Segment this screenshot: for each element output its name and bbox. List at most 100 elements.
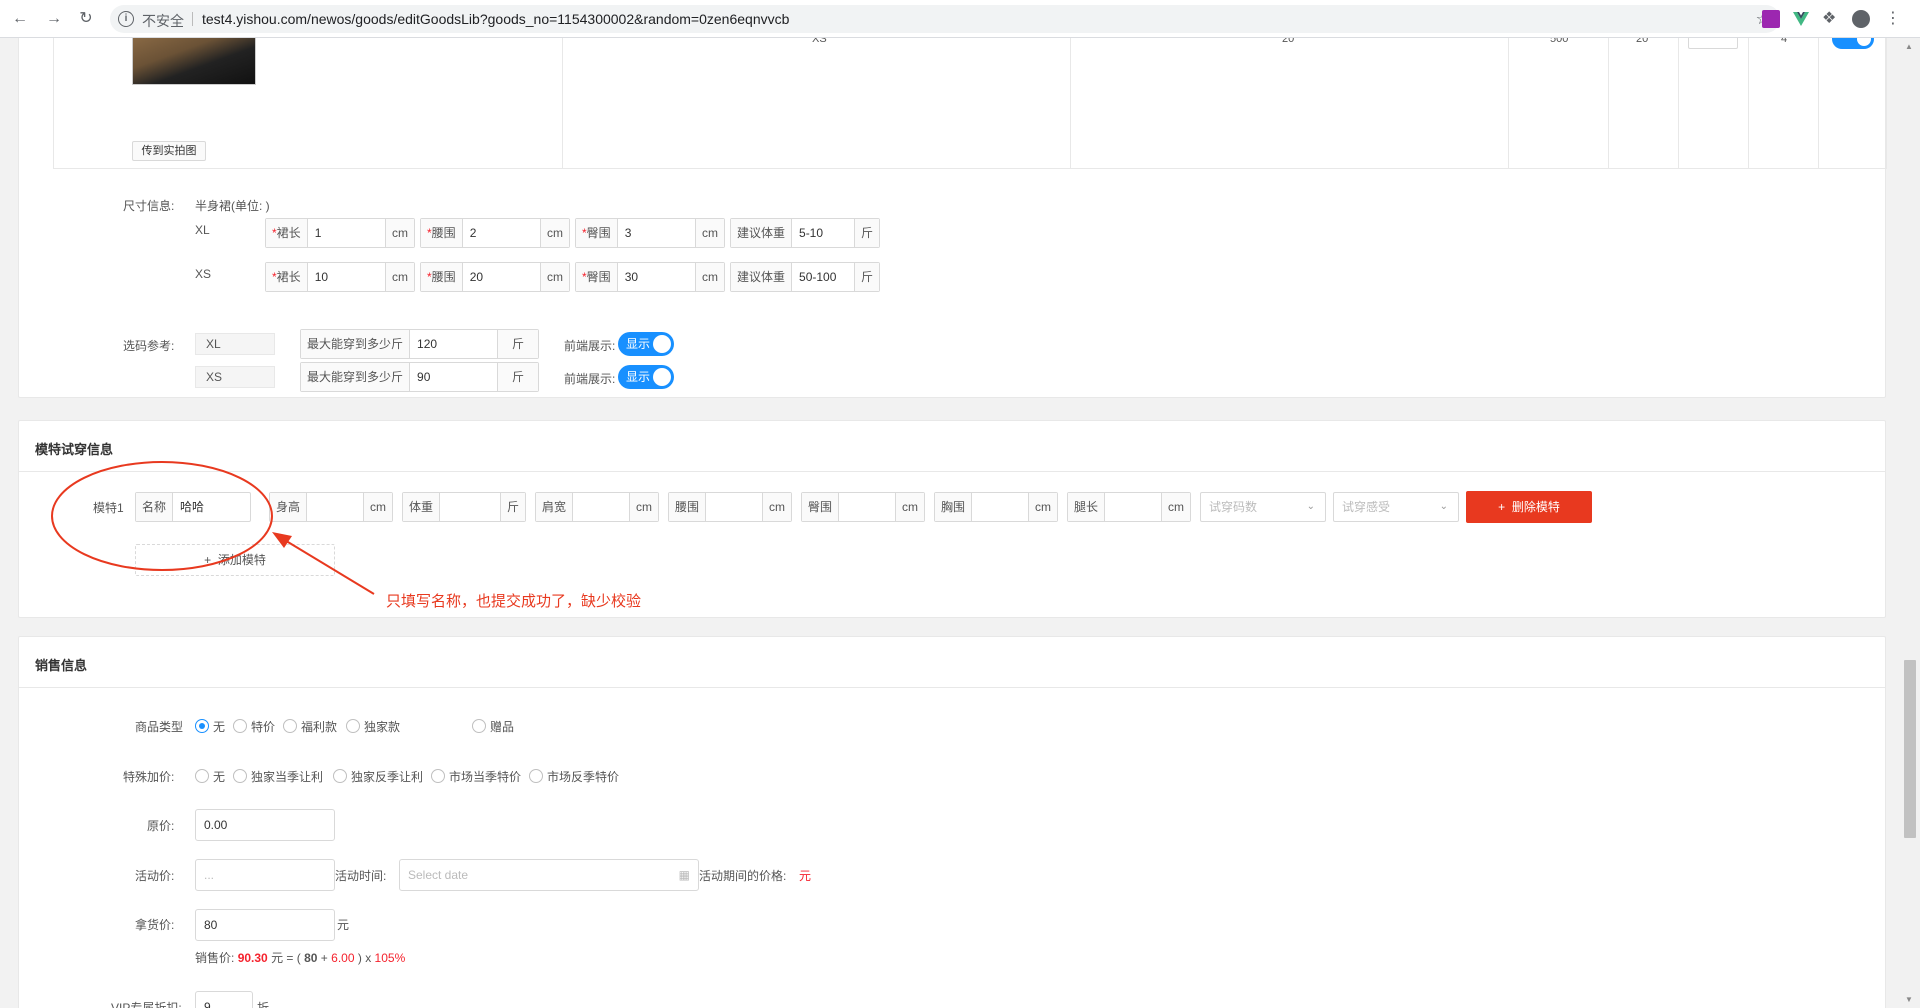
field-value[interactable] <box>573 493 629 521</box>
upload-real-photo-button[interactable]: 传到实拍图 <box>132 141 206 161</box>
activity-period-label: 活动期间的价格: <box>699 869 787 883</box>
field-value[interactable]: 120 <box>410 330 497 358</box>
orig-price-input[interactable]: 0.00 <box>195 809 335 841</box>
plus-icon: + <box>204 553 218 567</box>
hip-field[interactable]: *臀围 3 cm <box>575 218 725 248</box>
field-value[interactable] <box>1105 493 1161 521</box>
vip-discount-input[interactable]: 9 <box>195 991 253 1008</box>
extension-icon[interactable] <box>1762 10 1780 28</box>
field-value[interactable]: 哈哈 <box>173 493 250 521</box>
button-label: 添加模特 <box>217 553 266 567</box>
radio-label: 无 <box>213 770 226 784</box>
model-shoulder-field[interactable]: 肩宽 cm <box>535 492 659 522</box>
formula-pct: 105% <box>374 951 406 965</box>
markup-radio[interactable] <box>233 769 247 783</box>
unit-suffix: cm <box>629 493 658 521</box>
activity-price-input[interactable]: ... <box>195 859 335 891</box>
suggested-weight-field[interactable]: 建议体重 50-100 斤 <box>730 262 880 292</box>
forward-arrow-icon[interactable]: → <box>44 9 64 29</box>
model-chest-field[interactable]: 胸围 cm <box>934 492 1058 522</box>
scroll-up-icon[interactable]: ▲ <box>1905 42 1913 51</box>
waist-field[interactable]: *腰围 20 cm <box>420 262 570 292</box>
model-waist-field[interactable]: 腰围 cm <box>668 492 792 522</box>
sales-card: 销售信息 商品类型 无 特价 福利款 独家款 赠品 特殊加价: 无 独家当季让利… <box>18 636 1886 1008</box>
menu-kebab-icon[interactable]: ⋮ <box>1884 10 1902 28</box>
model-height-field[interactable]: 身高 cm <box>269 492 393 522</box>
field-value[interactable] <box>706 493 762 521</box>
size-category: 半身裙(单位: ) <box>195 199 270 213</box>
formula-text: + <box>320 951 328 965</box>
page-scrollbar[interactable]: ▲ ▼ <box>1900 38 1920 1008</box>
cell-value: 4 <box>1781 38 1788 45</box>
field-value[interactable] <box>440 493 500 521</box>
field-value[interactable]: 2 <box>463 219 540 247</box>
markup-radio[interactable] <box>529 769 543 783</box>
suggested-weight-field[interactable]: 建议体重 5-10 斤 <box>730 218 880 248</box>
info-icon[interactable]: i <box>118 11 134 27</box>
field-label: 裙长 <box>276 270 301 284</box>
field-prefix: *裙长 <box>266 263 308 291</box>
model-leg-field[interactable]: 腿长 cm <box>1067 492 1191 522</box>
max-weight-field[interactable]: 最大能穿到多少斤 90 斤 <box>300 362 539 392</box>
unit-suffix: cm <box>895 493 924 521</box>
url-text[interactable]: test4.yishou.com/newos/goods/editGoodsLi… <box>202 11 789 27</box>
vue-devtools-icon[interactable] <box>1792 10 1810 28</box>
model-name-field[interactable]: 名称 哈哈 <box>135 492 251 522</box>
size-info-label: 尺寸信息: <box>123 199 175 213</box>
scrollbar-thumb[interactable] <box>1904 660 1916 838</box>
field-value[interactable]: 30 <box>618 263 695 291</box>
display-switch[interactable]: 显示 <box>618 365 674 389</box>
delete-model-button[interactable]: + 删除模特 <box>1466 491 1592 523</box>
field-label: 建议体重 <box>731 219 793 247</box>
goods-type-label: 商品类型 <box>135 720 184 734</box>
divider <box>19 687 1885 688</box>
skirt-length-field[interactable]: *裙长 1 cm <box>265 218 415 248</box>
markup-radio[interactable] <box>431 769 445 783</box>
stock-input[interactable] <box>1688 38 1738 49</box>
puzzle-icon[interactable]: ❖ <box>1822 10 1840 28</box>
unit-suffix: cm <box>1161 493 1190 521</box>
activity-date-picker[interactable]: Select date ▦ <box>399 859 699 891</box>
add-model-button[interactable]: + 添加模特 <box>135 544 335 576</box>
model-hip-field[interactable]: 臀围 cm <box>801 492 925 522</box>
field-value[interactable]: 10 <box>308 263 385 291</box>
col-divider <box>1748 38 1749 169</box>
date-placeholder: Select date <box>408 868 469 882</box>
field-value[interactable] <box>307 493 363 521</box>
field-value[interactable]: 90 <box>410 363 497 391</box>
skirt-length-field[interactable]: *裙长 10 cm <box>265 262 415 292</box>
reload-icon[interactable]: ↻ <box>76 9 96 29</box>
avatar[interactable] <box>1852 10 1870 28</box>
markup-radio[interactable] <box>195 769 209 783</box>
field-value[interactable] <box>839 493 895 521</box>
max-weight-field[interactable]: 最大能穿到多少斤 120 斤 <box>300 329 539 359</box>
sku-table: 传到实拍图 XS 20 500 20 4 <box>53 38 1887 169</box>
enable-toggle[interactable] <box>1832 38 1874 49</box>
display-switch[interactable]: 显示 <box>618 332 674 356</box>
field-label: 身高 <box>270 493 308 521</box>
waist-field[interactable]: *腰围 2 cm <box>420 218 570 248</box>
field-value[interactable]: 50-100 <box>792 263 854 291</box>
goods-type-radio-gift[interactable] <box>472 719 486 733</box>
try-size-select[interactable]: 试穿码数 ⌄ <box>1200 492 1326 522</box>
field-value[interactable]: 1 <box>308 219 385 247</box>
radio-label: 福利款 <box>301 720 338 734</box>
field-value[interactable]: 5-10 <box>792 219 854 247</box>
goods-type-radio-special[interactable] <box>233 719 247 733</box>
model-weight-field[interactable]: 体重 斤 <box>402 492 526 522</box>
scroll-down-icon[interactable]: ▼ <box>1905 995 1913 1004</box>
goods-type-radio-welfare[interactable] <box>283 719 297 733</box>
address-bar[interactable]: i 不安全 test4.yishou.com/newos/goods/editG… <box>110 5 1780 33</box>
field-label: 肩宽 <box>536 493 574 521</box>
hip-field[interactable]: *臀围 30 cm <box>575 262 725 292</box>
goods-type-radio-exclusive[interactable] <box>346 719 360 733</box>
unit-suffix: cm <box>385 219 414 247</box>
back-arrow-icon[interactable]: ← <box>10 9 30 29</box>
markup-radio[interactable] <box>333 769 347 783</box>
field-value[interactable] <box>972 493 1028 521</box>
goods-type-radio-none[interactable] <box>195 719 209 733</box>
try-feel-select[interactable]: 试穿感受 ⌄ <box>1333 492 1459 522</box>
field-value[interactable]: 3 <box>618 219 695 247</box>
cost-price-input[interactable]: 80 <box>195 909 335 941</box>
field-value[interactable]: 20 <box>463 263 540 291</box>
